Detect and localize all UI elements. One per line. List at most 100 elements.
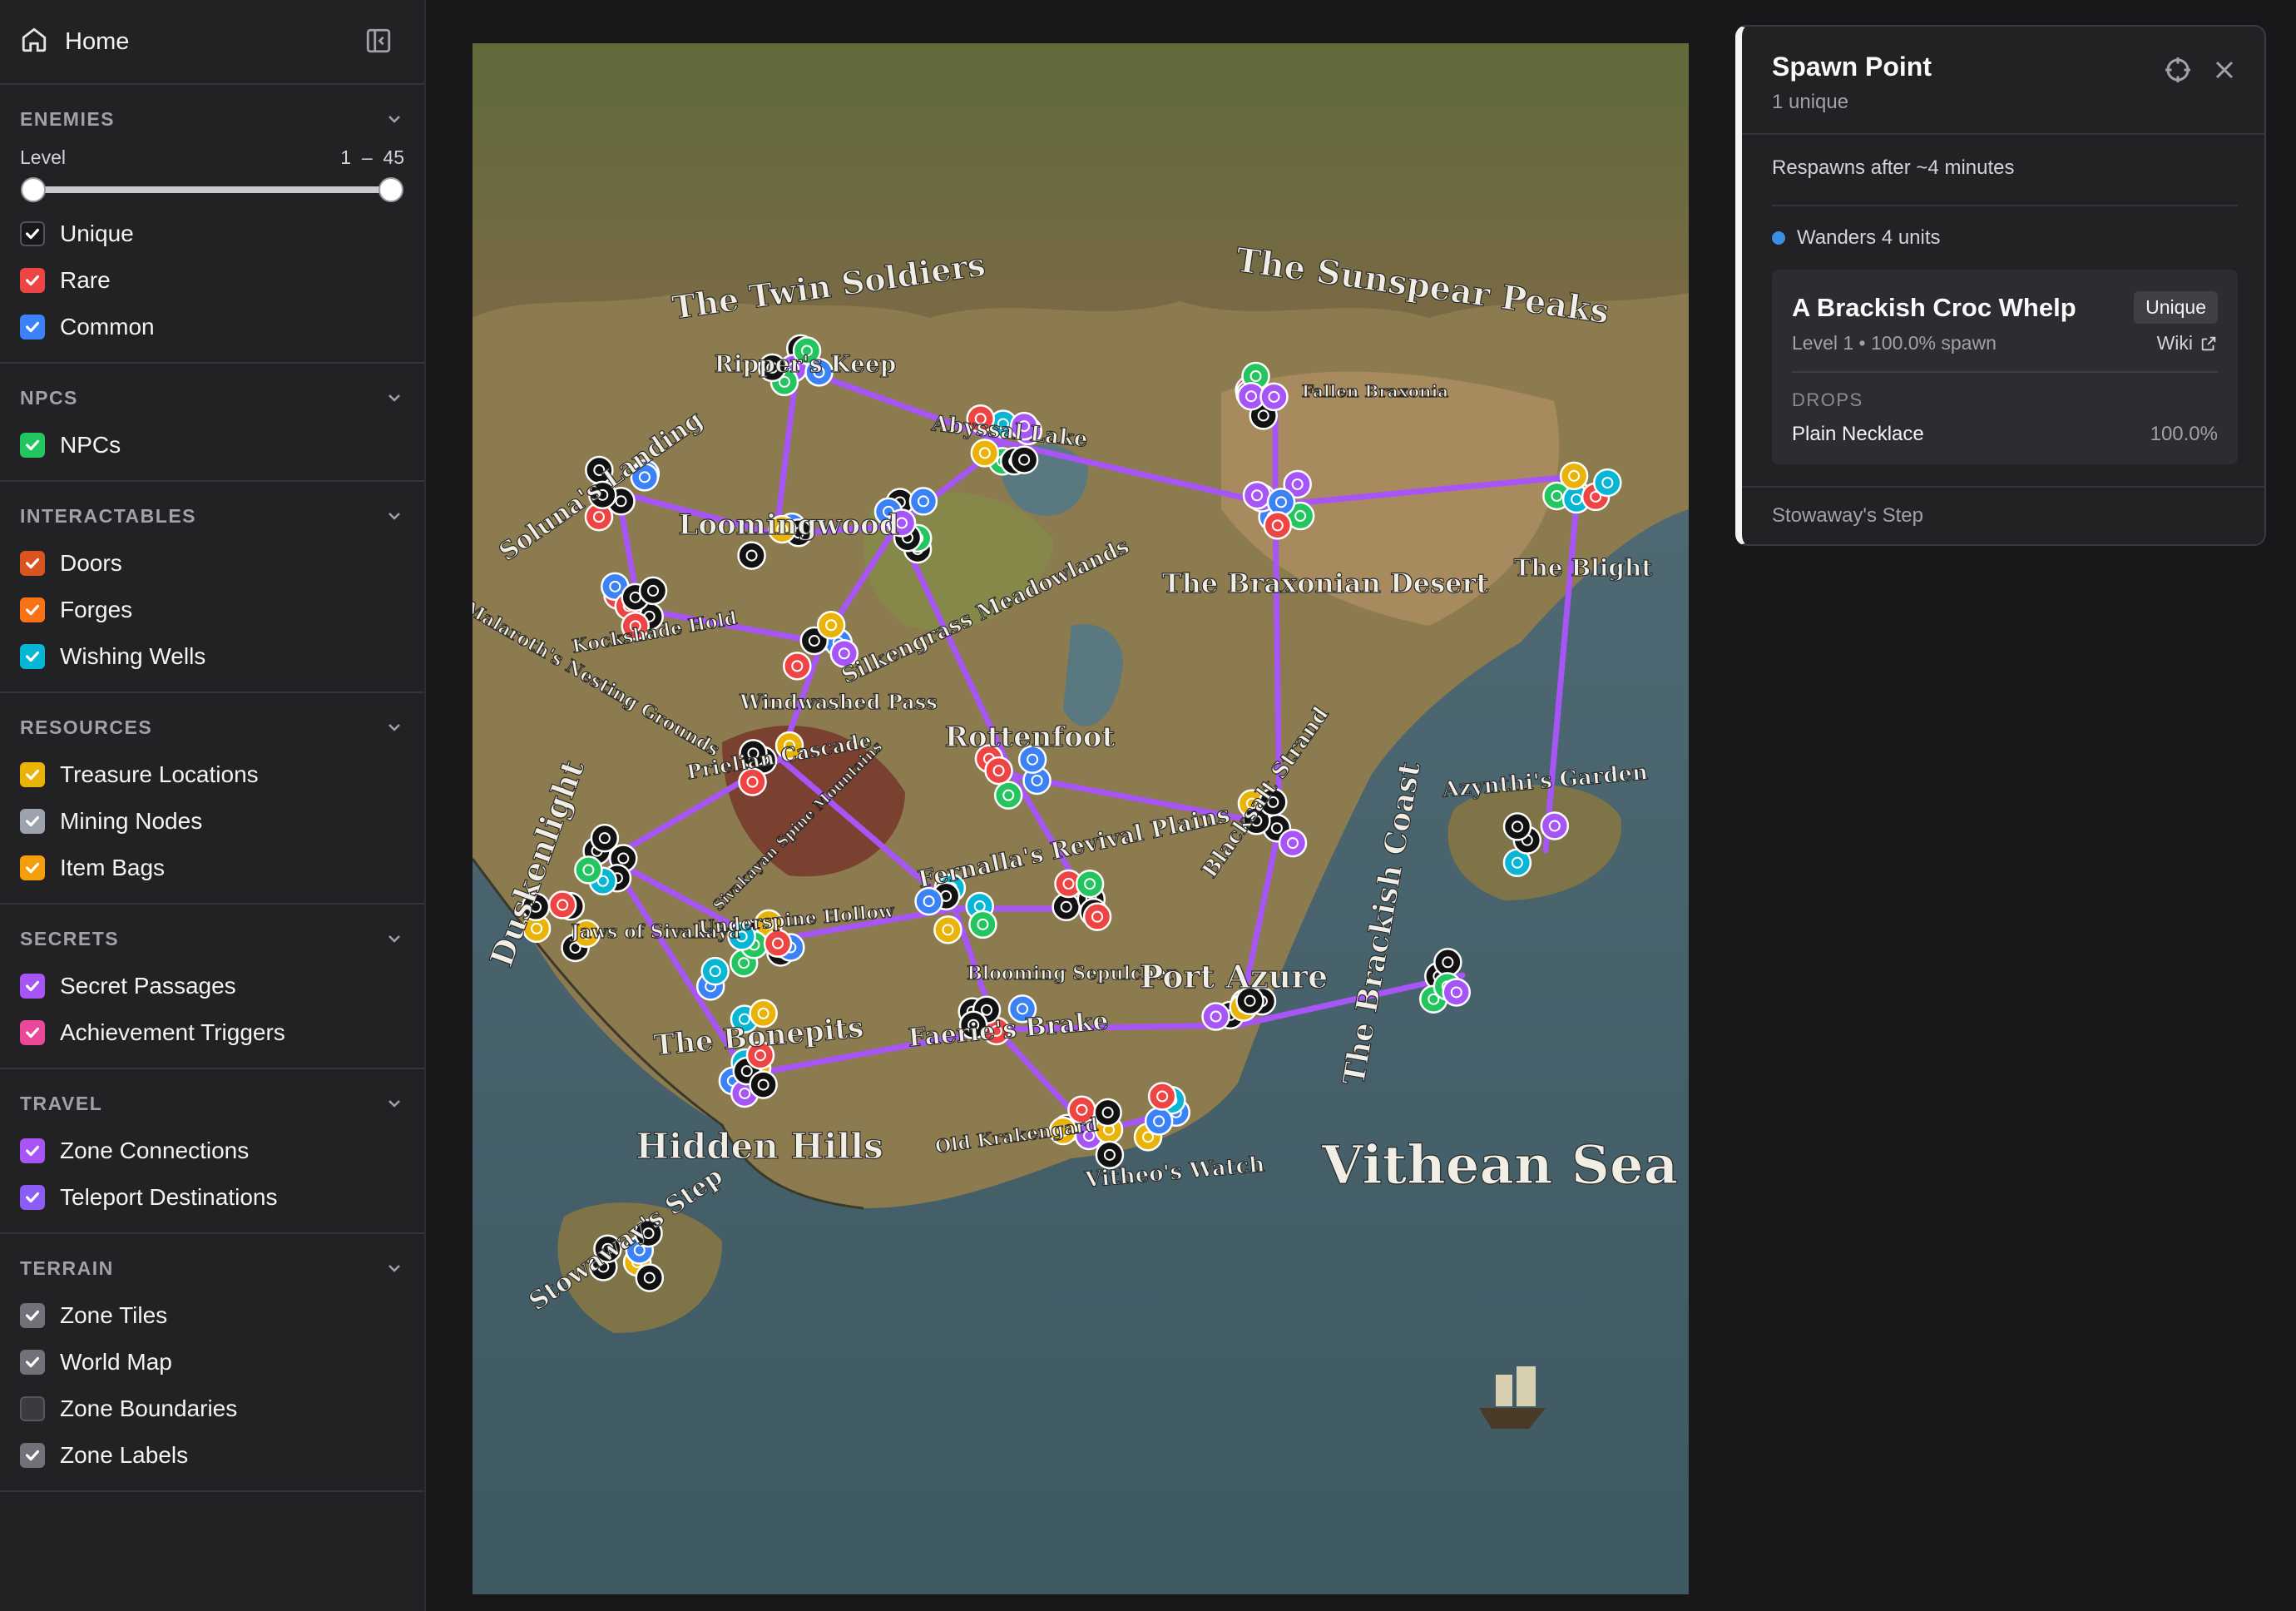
checkbox[interactable] [20,1396,45,1421]
checkbox[interactable] [20,644,45,669]
wiki-link[interactable]: Wiki [2157,332,2218,354]
map-marker-icon[interactable] [968,910,997,939]
section-header[interactable]: ENEMIES [0,85,424,143]
map-marker-icon[interactable] [1242,480,1272,510]
checkbox[interactable] [20,762,45,787]
filter-forges[interactable]: Forges [0,587,424,633]
filter-item-bags[interactable]: Item Bags [0,845,424,891]
checkbox[interactable] [20,974,45,999]
map-marker-icon[interactable] [1075,869,1105,899]
checkbox[interactable] [20,433,45,458]
home-nav[interactable]: Home [0,0,424,85]
section-resources: RESOURCES Treasure Locations Mining Nodes… [0,693,424,905]
section-header[interactable]: TRAVEL [0,1069,424,1128]
section-header[interactable]: INTERACTABLES [0,482,424,540]
enemy-marker-icon[interactable] [1433,948,1462,977]
zone-label: The Braxonian Desert [1162,568,1489,599]
filter-label: Zone Labels [60,1442,189,1468]
filter-unique[interactable]: Unique [0,211,424,257]
slider-min-handle[interactable] [21,177,46,202]
checkbox[interactable] [20,551,45,576]
filter-secret-passages[interactable]: Secret Passages [0,963,424,1009]
map-marker-icon[interactable] [1147,1082,1177,1111]
filter-treasure-locations[interactable]: Treasure Locations [0,751,424,798]
level-slider[interactable] [21,172,403,206]
section-enemies: ENEMIES Level 1 – 45 Unique Rare Common [0,85,424,364]
map-marker-icon[interactable] [1266,488,1296,517]
checkbox[interactable] [20,1020,45,1045]
enemy-marker-icon[interactable] [590,823,620,853]
map-marker-icon[interactable] [700,956,730,986]
section-header[interactable]: NPCS [0,364,424,422]
map-marker-icon[interactable] [1442,978,1471,1007]
checkbox[interactable] [20,315,45,340]
enemy-marker-icon[interactable] [635,1263,665,1292]
zone-footer[interactable]: Stowaway's Step [1742,486,2264,544]
map-marker-icon[interactable] [984,756,1013,786]
filter-zone-connections[interactable]: Zone Connections [0,1128,424,1174]
enemy-marker-icon[interactable] [1009,445,1039,474]
map-marker-icon[interactable] [574,855,603,885]
filter-achievement-triggers[interactable]: Achievement Triggers [0,1009,424,1056]
checkbox[interactable] [20,809,45,834]
checkbox[interactable] [20,221,45,246]
checkbox[interactable] [20,1303,45,1328]
map-marker-icon[interactable] [547,890,577,920]
sidebar: Home ENEMIES Level 1 – 45 Unique Rare Comm… [0,0,426,1611]
slider-max-handle[interactable] [379,177,403,202]
map-marker-icon[interactable] [816,610,846,640]
checkbox[interactable] [20,855,45,880]
section-header[interactable]: TERRAIN [0,1234,424,1292]
filter-doors[interactable]: Doors [0,540,424,587]
map-marker-icon[interactable] [933,915,962,944]
filter-npcs[interactable]: NPCs [0,422,424,468]
filter-zone-labels[interactable]: Zone Labels [0,1432,424,1479]
map-marker-icon[interactable] [1263,511,1293,540]
map-marker-icon[interactable] [1559,461,1589,491]
checkbox[interactable] [20,1350,45,1375]
map-marker-icon[interactable] [1593,468,1622,498]
enemy-card[interactable]: A Brackish Croc Whelp Unique Level 1 • 1… [1772,270,2238,464]
enemy-marker-icon[interactable] [638,576,668,606]
checkbox[interactable] [20,597,45,622]
northern-mountains [473,43,1689,318]
map-marker-icon[interactable] [1201,1002,1230,1031]
close-icon[interactable] [2209,55,2239,85]
enemy-marker-icon[interactable] [1502,812,1532,841]
map-marker-icon[interactable] [1278,828,1308,858]
map-marker-icon[interactable] [908,487,938,516]
enemy-marker-icon[interactable] [737,541,766,570]
filter-label: Treasure Locations [60,761,259,787]
enemy-marker-icon[interactable] [749,1070,778,1099]
crosshair-icon[interactable] [2163,55,2193,85]
map-marker-icon[interactable] [970,439,1000,468]
filter-world-map[interactable]: World Map [0,1339,424,1385]
section-header[interactable]: RESOURCES [0,693,424,751]
map-marker-icon[interactable] [783,652,812,681]
check-icon [25,1310,40,1321]
checkbox[interactable] [20,1138,45,1163]
filter-zone-tiles[interactable]: Zone Tiles [0,1292,424,1339]
map-marker-icon[interactable] [993,781,1023,810]
filter-zone-boundaries[interactable]: Zone Boundaries [0,1385,424,1432]
map-marker-icon[interactable] [914,886,943,916]
checkbox[interactable] [20,268,45,293]
section-title: TERRAIN [20,1257,114,1279]
world-map[interactable]: The Twin Soldiers The Sunspear Peaks Rippe… [473,43,1689,1594]
filter-teleport-destinations[interactable]: Teleport Destinations [0,1174,424,1221]
map-marker-icon[interactable] [1144,1107,1174,1136]
filter-rare[interactable]: Rare [0,257,424,304]
filter-wishing-wells[interactable]: Wishing Wells [0,633,424,680]
filter-common[interactable]: Common [0,304,424,350]
map-marker-icon[interactable] [763,929,793,958]
checkbox[interactable] [20,1185,45,1210]
checkbox[interactable] [20,1443,45,1468]
map-marker-icon[interactable] [1259,382,1289,412]
map-marker-icon[interactable] [1540,811,1570,840]
filter-label: Doors [60,550,122,576]
filter-mining-nodes[interactable]: Mining Nodes [0,798,424,845]
sidebar-collapse-icon[interactable] [364,27,396,58]
map-marker-icon[interactable] [1082,902,1112,931]
enemy-marker-icon[interactable] [1093,1098,1122,1128]
section-header[interactable]: SECRETS [0,905,424,963]
